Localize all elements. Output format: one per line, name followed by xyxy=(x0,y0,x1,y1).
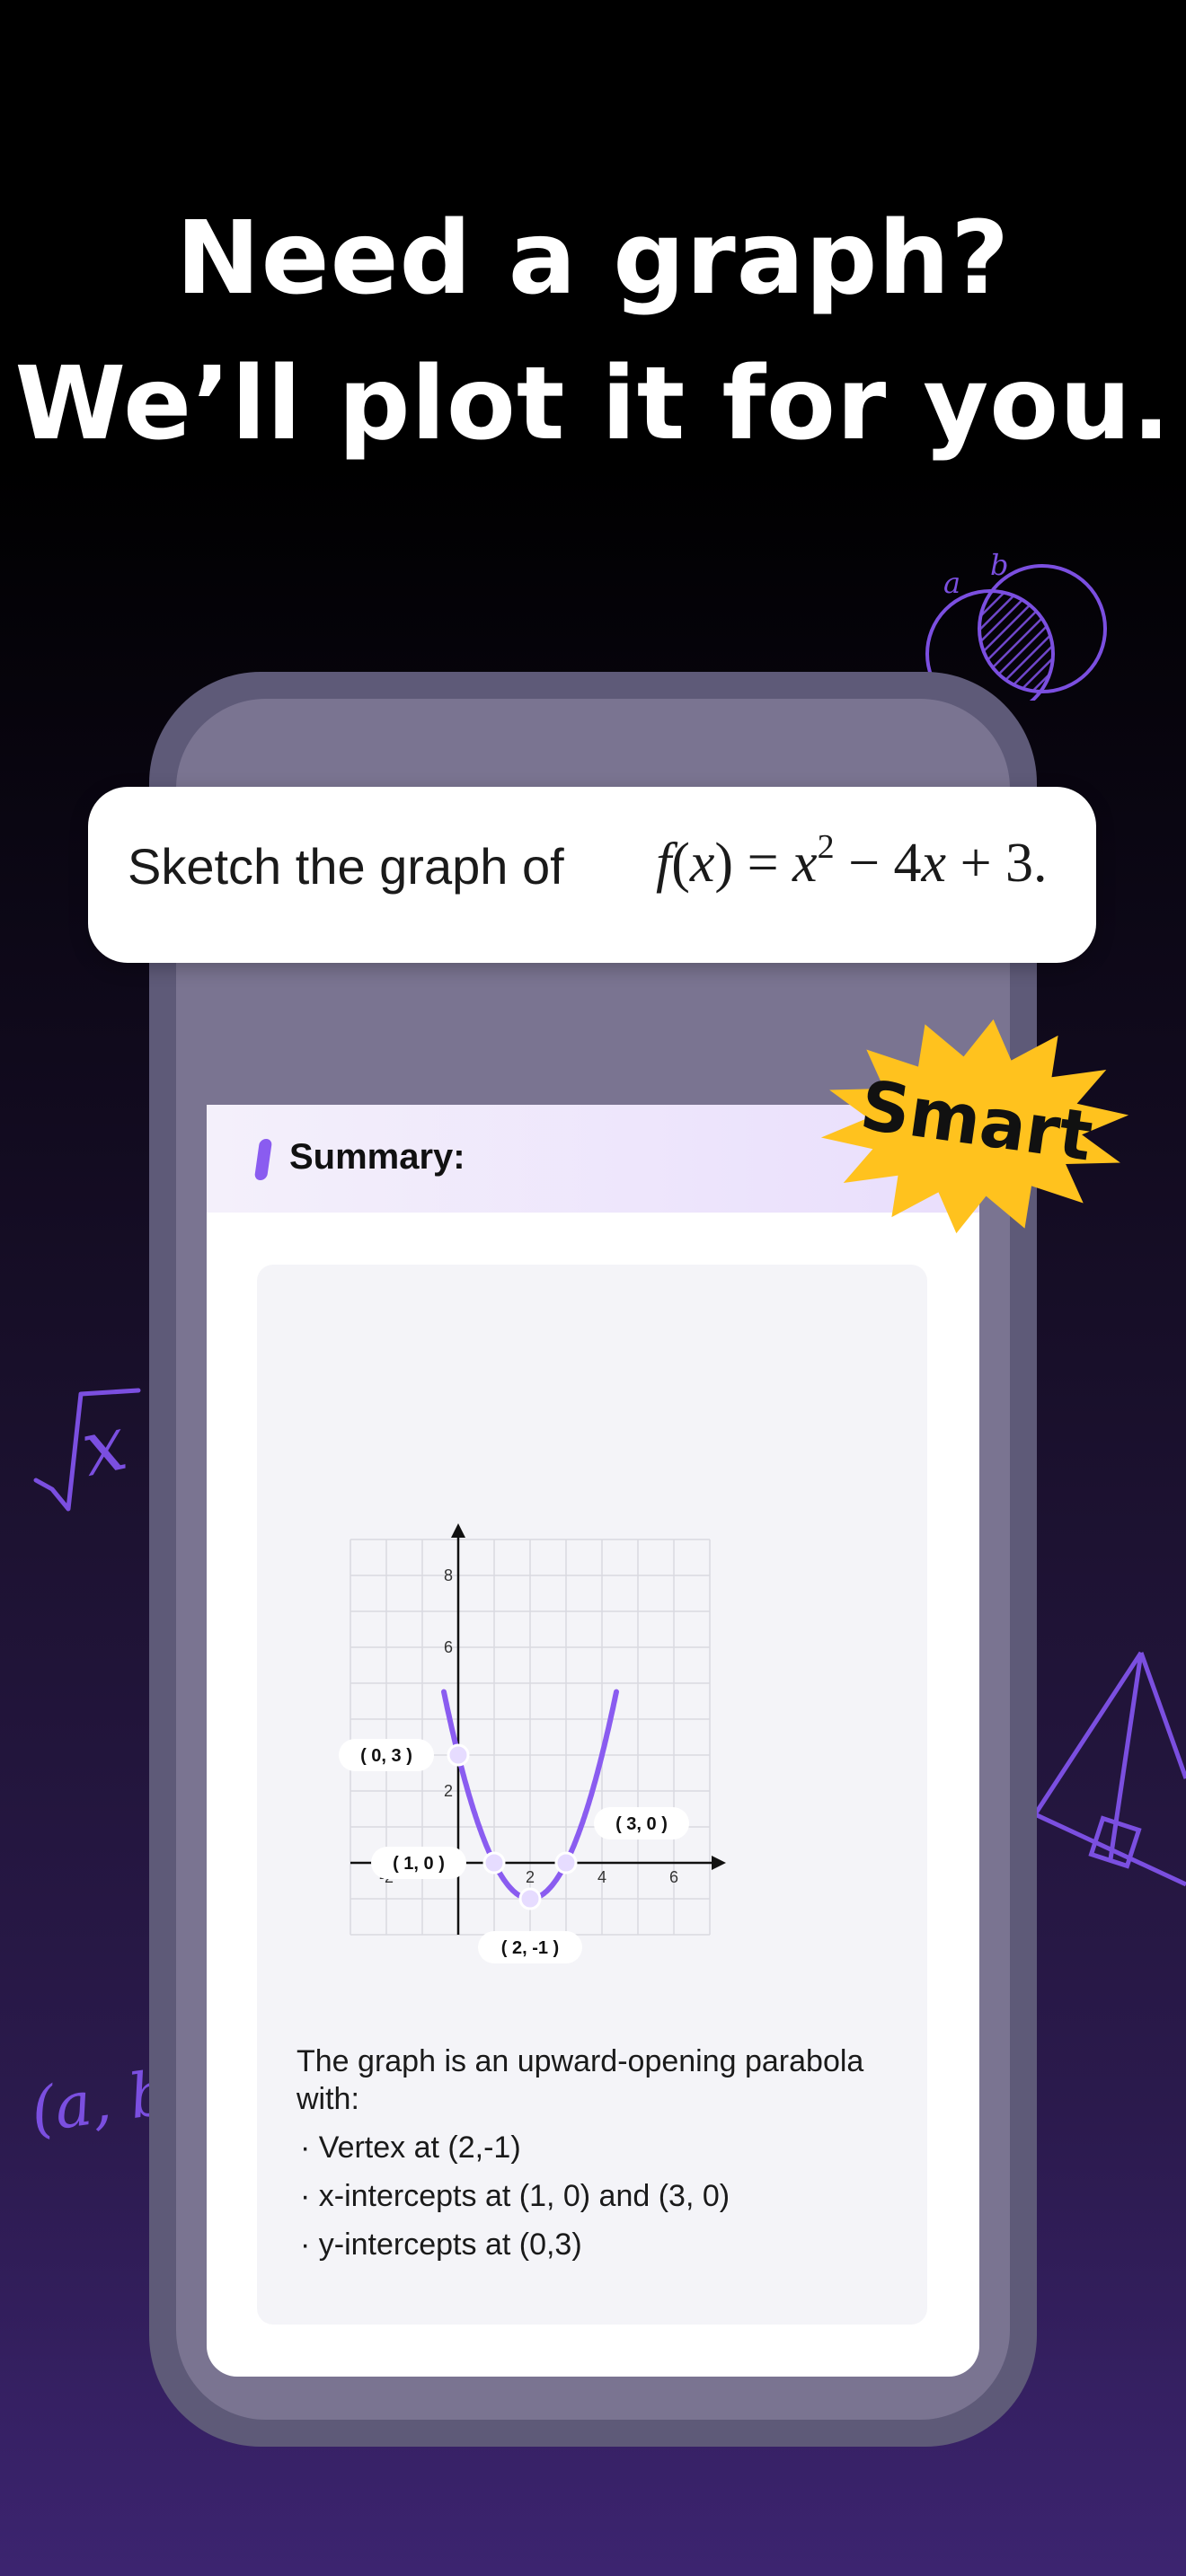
math-x-3: x xyxy=(921,833,947,894)
math-x: x xyxy=(689,833,715,894)
math-rest: − 4 xyxy=(848,833,922,894)
y-tick-label: 8 xyxy=(444,1566,453,1584)
x-axis-arrow xyxy=(712,1856,726,1870)
prompt-text: Sketch the graph of xyxy=(128,838,564,895)
smart-badge: Smart xyxy=(820,1019,1129,1234)
headline-line-2: We’ll plot it for you. xyxy=(14,346,1172,463)
point-label: ( 3, 0 ) xyxy=(615,1814,668,1834)
summary-title: Summary: xyxy=(289,1137,465,1177)
x-tick-label: 4 xyxy=(597,1868,606,1886)
prompt-math: f(x) = x2 − 4x + 3. xyxy=(656,828,1048,894)
summary-accent-bar xyxy=(253,1139,273,1180)
description-line-2: with: xyxy=(296,2082,359,2116)
bullet-y-intercepts: · y-intercepts at (0,3) xyxy=(300,2228,582,2262)
sqrt-x-icon: x xyxy=(33,1388,141,1512)
venn-label-a: a xyxy=(943,566,960,600)
headline-line-1: Need a graph? xyxy=(175,200,1011,317)
parabola-chart: -2246268 ( 0, 3 )( 1, 0 )( 2, -1 )( 3, 0… xyxy=(339,1523,726,1963)
triangle-icon xyxy=(1033,1651,1186,1887)
bullet-vertex: · Vertex at (2,-1) xyxy=(300,2130,521,2165)
data-point xyxy=(482,1851,506,1875)
data-point xyxy=(518,1887,542,1910)
data-point xyxy=(554,1851,578,1875)
venn-label-b: b xyxy=(990,548,1008,582)
math-x-2: x xyxy=(792,833,818,894)
math-f: f xyxy=(656,833,672,894)
prompt-card: Sketch the graph of f(x) = x2 − 4x + 3. xyxy=(88,787,1096,963)
math-tail: + 3. xyxy=(960,833,1048,894)
summary-card: Summary: -2246268 ( 0, 3 )( 1, 0 )( 2, -… xyxy=(207,1105,979,2377)
sqrt-x-label: x xyxy=(74,1398,134,1494)
y-tick-label: 2 xyxy=(444,1782,453,1800)
bullet-x-intercepts: · x-intercepts at (1, 0) and (3, 0) xyxy=(300,2179,730,2213)
math-exponent: 2 xyxy=(817,828,835,866)
point-label: ( 1, 0 ) xyxy=(393,1854,445,1874)
description-line-1: The graph is an upward-opening parabola xyxy=(296,2044,864,2078)
graph-panel: -2246268 ( 0, 3 )( 1, 0 )( 2, -1 )( 3, 0… xyxy=(257,1265,927,2325)
point-label: ( 0, 3 ) xyxy=(360,1746,412,1766)
point-label: ( 2, -1 ) xyxy=(501,1938,559,1958)
data-point xyxy=(447,1743,470,1767)
x-tick-label: 2 xyxy=(526,1868,535,1886)
x-tick-label: 6 xyxy=(669,1868,678,1886)
y-axis-arrow xyxy=(451,1523,465,1538)
y-tick-label: 6 xyxy=(444,1638,453,1656)
chart-points: ( 0, 3 ) ( 1, 0 ) ( 2, -1 ) ( 3, 0 ) xyxy=(339,1739,689,1963)
